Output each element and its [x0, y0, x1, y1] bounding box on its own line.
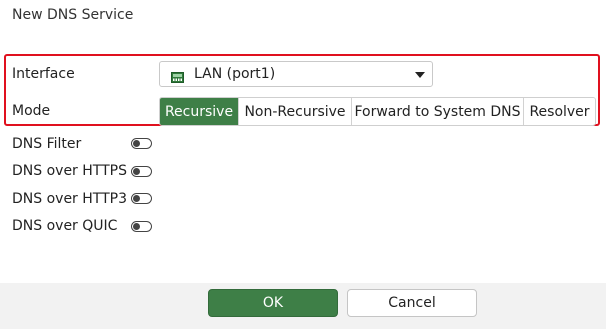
- mode-recursive-button[interactable]: Recursive: [160, 98, 238, 125]
- mode-button-group: Recursive Non-Recursive Forward to Syste…: [159, 97, 596, 126]
- cancel-button[interactable]: Cancel: [347, 289, 477, 317]
- dialog-title: New DNS Service: [12, 7, 134, 23]
- dns-over-https-label: DNS over HTTPS: [12, 163, 127, 179]
- ok-button[interactable]: OK: [208, 289, 338, 317]
- dns-over-quic-toggle[interactable]: [131, 221, 152, 232]
- mode-label: Mode: [12, 103, 51, 119]
- mode-resolver-button[interactable]: Resolver: [523, 98, 595, 125]
- interface-value: LAN (port1): [194, 66, 276, 82]
- toggle-knob: [132, 139, 140, 147]
- interface-select[interactable]: LAN (port1): [159, 61, 433, 87]
- chevron-down-icon: [415, 72, 425, 78]
- interface-label: Interface: [12, 66, 75, 82]
- mode-non-recursive-button[interactable]: Non-Recursive: [238, 98, 351, 125]
- toggle-knob: [132, 167, 140, 175]
- dns-over-quic-label: DNS over QUIC: [12, 218, 118, 234]
- toggle-knob: [132, 194, 140, 202]
- dns-over-https-toggle[interactable]: [131, 166, 152, 177]
- dns-over-http3-label: DNS over HTTP3: [12, 191, 127, 207]
- dns-filter-label: DNS Filter: [12, 136, 82, 152]
- network-port-icon: [171, 68, 184, 83]
- mode-forward-to-system-dns-button[interactable]: Forward to System DNS: [351, 98, 523, 125]
- dns-filter-toggle[interactable]: [131, 138, 152, 149]
- dns-over-http3-toggle[interactable]: [131, 193, 152, 204]
- toggle-knob: [132, 222, 140, 230]
